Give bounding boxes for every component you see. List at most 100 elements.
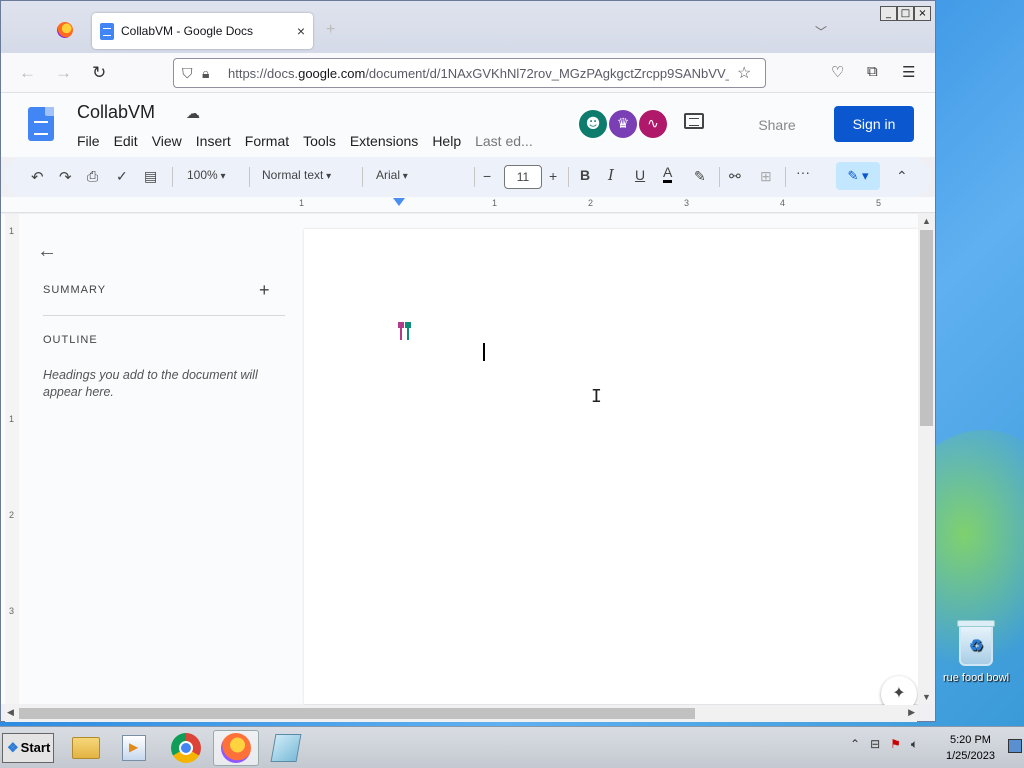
back-icon[interactable]: ← [19, 63, 36, 83]
ruler-mark: 2 [588, 198, 594, 208]
vertical-scrollbar[interactable]: ▲ ▼ [918, 214, 935, 704]
taskbar-media-player[interactable] [111, 730, 157, 766]
bold-button[interactable]: B [580, 167, 590, 183]
redo-icon[interactable]: ↷ [59, 168, 72, 186]
formatting-toolbar: ↶ ↷ ⎙ ✓ ▤ 100% Normal text Arial − 11 + … [5, 157, 931, 197]
menu-view[interactable]: View [152, 133, 182, 149]
show-desktop-button[interactable] [1008, 739, 1022, 753]
maximize-button[interactable]: □ [897, 6, 914, 21]
tab-strip: CollabVM - Google Docs × + ﹀ _ □ × [1, 1, 935, 53]
print-icon[interactable]: ⎙ [87, 168, 98, 185]
volume-icon[interactable]: 🔈︎ [911, 737, 918, 752]
new-tab-icon[interactable]: + [326, 21, 335, 39]
vertical-scroll-thumb[interactable] [920, 230, 933, 426]
menu-edit[interactable]: Edit [114, 133, 138, 149]
insert-link-icon[interactable]: ⚯ [729, 168, 741, 185]
scroll-right-icon[interactable]: ▶ [908, 707, 915, 718]
active-tab[interactable]: CollabVM - Google Docs × [92, 13, 313, 49]
last-edit-link[interactable]: Last ed... [475, 133, 533, 149]
firefox-logo-icon[interactable] [57, 22, 73, 38]
italic-button[interactable]: I [608, 166, 614, 184]
spellcheck-icon[interactable]: ✓ [116, 168, 128, 185]
menu-insert[interactable]: Insert [196, 133, 231, 149]
ruler-mark: 1 [492, 198, 498, 208]
network-icon[interactable]: ⊟ [870, 737, 880, 752]
document-page[interactable]: I [304, 229, 918, 704]
recycle-bin-shortcut[interactable]: ♻ rue food bowl [940, 620, 1012, 684]
font-size-input[interactable]: 11 [504, 165, 542, 189]
pocket-icon[interactable]: ♡ [831, 63, 844, 81]
vertical-ruler: 1 1 2 3 [5, 214, 19, 704]
start-button[interactable]: ❖ Start [2, 733, 54, 763]
sign-in-button[interactable]: Sign in [834, 106, 914, 142]
firefox-icon [221, 733, 251, 763]
comment-history-icon[interactable] [684, 113, 704, 129]
summary-heading: SUMMARY [43, 284, 107, 296]
horizontal-scroll-thumb[interactable] [19, 708, 695, 719]
underline-button[interactable]: U [635, 167, 645, 183]
cloud-saved-icon[interactable]: ☁ [186, 105, 200, 122]
url-bar[interactable]: ⛉ 🔒︎ https://docs.google.com/document/d/… [173, 58, 766, 88]
style-select[interactable]: Normal text [262, 168, 331, 182]
share-button[interactable]: Share [731, 107, 823, 143]
document-area: 1 1 2 3 ← SUMMARY + OUTLINE Headings you… [1, 214, 935, 712]
system-tray: ⌃ ⊟ ⚑ 🔈︎ [850, 737, 918, 752]
clock[interactable]: 5:20 PM 1/25/2023 [946, 732, 995, 764]
indent-marker-icon[interactable] [393, 198, 405, 206]
increase-font-size-button[interactable]: + [549, 168, 557, 184]
notepad-icon [270, 734, 302, 762]
scroll-up-icon[interactable]: ▲ [922, 216, 931, 226]
taskbar-firefox[interactable] [213, 730, 259, 766]
avatar[interactable]: ☻ [577, 108, 609, 140]
text-color-button[interactable]: A [663, 165, 673, 183]
close-outline-icon[interactable]: ← [37, 240, 57, 263]
menu-help[interactable]: Help [432, 133, 461, 149]
scroll-left-icon[interactable]: ◀ [7, 707, 14, 718]
horizontal-ruler: 1 1 2 3 4 5 [1, 197, 935, 213]
taskbar-chrome[interactable] [163, 730, 209, 766]
taskbar-notepad[interactable] [263, 730, 309, 766]
undo-icon[interactable]: ↶ [31, 168, 44, 186]
scroll-down-icon[interactable]: ▼ [922, 692, 931, 702]
reload-icon[interactable]: ↻ [92, 63, 106, 83]
menu-tools[interactable]: Tools [303, 133, 336, 149]
outline-heading: OUTLINE [43, 334, 98, 346]
docs-logo-icon[interactable] [28, 107, 54, 141]
paint-format-icon[interactable]: ▤ [144, 168, 157, 185]
add-comment-icon[interactable]: ⊞ [760, 168, 772, 185]
outline-hint: Headings you add to the document will ap… [43, 368, 258, 399]
show-hidden-icons-icon[interactable]: ⌃ [850, 737, 860, 752]
bookmark-star-icon[interactable]: ☆ [737, 63, 757, 83]
forward-icon[interactable]: → [55, 63, 72, 83]
menu-file[interactable]: File [77, 133, 100, 149]
menu-format[interactable]: Format [245, 133, 289, 149]
menu-extensions[interactable]: Extensions [350, 133, 418, 149]
font-select[interactable]: Arial [376, 168, 466, 182]
start-label: Start [20, 740, 51, 755]
action-center-icon[interactable]: ⚑ [890, 737, 901, 752]
list-all-tabs-icon[interactable]: ﹀ [815, 23, 827, 40]
document-title[interactable]: CollabVM [77, 102, 155, 123]
decrease-font-size-button[interactable]: − [483, 168, 491, 184]
ruler-mark: 1 [299, 198, 305, 208]
extensions-icon[interactable]: ⧉ [867, 63, 878, 80]
close-window-button[interactable]: × [914, 6, 931, 21]
shield-icon[interactable]: ⛉ [182, 65, 202, 82]
editing-mode-select[interactable]: ✎ ▾ [836, 162, 880, 190]
ruler-mark: 1 [9, 414, 15, 424]
hamburger-menu-icon[interactable]: ☰ [902, 63, 915, 81]
minimize-button[interactable]: _ [880, 6, 897, 21]
url-text[interactable]: https://docs.google.com/document/d/1NAxG… [228, 66, 729, 81]
taskbar-explorer[interactable] [63, 730, 109, 766]
ruler-mark: 4 [780, 198, 786, 208]
tab-close-button[interactable]: × [297, 23, 305, 39]
add-summary-icon[interactable]: + [259, 280, 270, 301]
zoom-select[interactable]: 100% [187, 168, 226, 182]
hide-menus-icon[interactable]: ⌃ [896, 168, 908, 185]
lock-icon[interactable]: 🔒︎ [202, 65, 222, 82]
more-options-icon[interactable]: ··· [796, 164, 810, 180]
avatar[interactable]: ∿ [637, 108, 669, 140]
highlight-icon[interactable]: ✎ [694, 168, 706, 185]
avatar[interactable]: ♛ [607, 108, 639, 140]
horizontal-scrollbar[interactable]: ◀ ▶ [5, 705, 917, 722]
